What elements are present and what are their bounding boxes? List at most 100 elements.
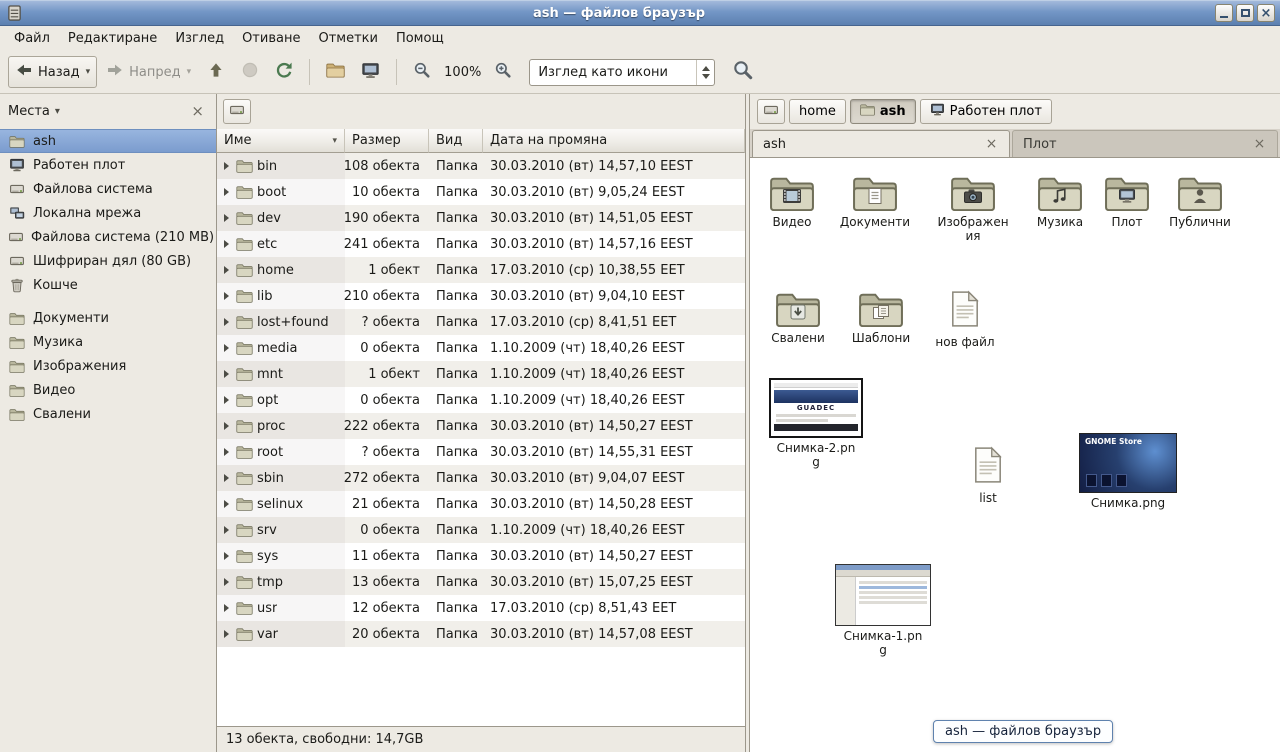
icon-item[interactable]: Свалени: [756, 290, 840, 345]
table-row[interactable]: opt0 обектаПапка1.10.2009 (чт) 18,40,26 …: [217, 387, 745, 413]
back-button[interactable]: Назад ▾: [8, 56, 97, 88]
sidebar-item[interactable]: Свалени: [0, 402, 216, 426]
table-row[interactable]: sys11 обектаПапка30.03.2010 (вт) 14,50,2…: [217, 543, 745, 569]
icon-item[interactable]: GNOME StoreСнимка.png: [1074, 433, 1182, 510]
column-header-name[interactable]: Име▾: [217, 129, 345, 153]
root-crumb-button[interactable]: [223, 99, 251, 124]
icon-item[interactable]: Снимка-1.png: [829, 564, 937, 657]
table-row[interactable]: root? обектаПапка30.03.2010 (вт) 14,55,3…: [217, 439, 745, 465]
table-row[interactable]: tmp13 обектаПапка30.03.2010 (вт) 15,07,2…: [217, 569, 745, 595]
table-row[interactable]: lib210 обектаПапка30.03.2010 (вт) 9,04,1…: [217, 283, 745, 309]
menu-view[interactable]: Изглед: [166, 28, 233, 49]
expander-icon[interactable]: [224, 292, 229, 300]
icon-item[interactable]: list: [946, 446, 1030, 505]
icon-item[interactable]: нов файл: [923, 290, 1007, 349]
table-row[interactable]: srv0 обектаПапка1.10.2009 (чт) 18,40,26 …: [217, 517, 745, 543]
sidebar-item[interactable]: Музика: [0, 330, 216, 354]
expander-icon[interactable]: [224, 422, 229, 430]
column-header-date[interactable]: Дата на промяна: [483, 129, 745, 153]
table-row[interactable]: sbin272 обектаПапка30.03.2010 (вт) 9,04,…: [217, 465, 745, 491]
expander-icon[interactable]: [224, 318, 229, 326]
zoom-in-button[interactable]: [487, 56, 519, 88]
table-row[interactable]: var20 обектаПапка30.03.2010 (вт) 14,57,0…: [217, 621, 745, 647]
sidebar-item[interactable]: Работен плот: [0, 153, 216, 177]
expander-icon[interactable]: [224, 526, 229, 534]
expander-icon[interactable]: [224, 552, 229, 560]
places-close-button[interactable]: ×: [187, 104, 208, 119]
table-row[interactable]: etc241 обектаПапка30.03.2010 (вт) 14,57,…: [217, 231, 745, 257]
table-row[interactable]: selinux21 обектаПапка30.03.2010 (вт) 14,…: [217, 491, 745, 517]
expander-icon[interactable]: [224, 500, 229, 508]
sidebar-item[interactable]: Файлова система: [0, 177, 216, 201]
expander-icon[interactable]: [224, 578, 229, 586]
computer-button[interactable]: [354, 56, 387, 89]
breadcrumb-item[interactable]: Работен плот: [920, 99, 1052, 124]
expander-icon[interactable]: [224, 214, 229, 222]
table-row[interactable]: proc222 обектаПапка30.03.2010 (вт) 14,50…: [217, 413, 745, 439]
zoom-out-button[interactable]: [406, 56, 438, 88]
table-row[interactable]: usr12 обектаПапка17.03.2010 (ср) 8,51,43…: [217, 595, 745, 621]
tab-active[interactable]: ash×: [752, 130, 1010, 157]
table-row[interactable]: bin108 обектаПапка30.03.2010 (вт) 14,57,…: [217, 153, 745, 179]
expander-icon[interactable]: [224, 344, 229, 352]
sidebar-item[interactable]: Шифриран дял (80 GB): [0, 249, 216, 273]
table-row[interactable]: dev190 обектаПапка30.03.2010 (вт) 14,51,…: [217, 205, 745, 231]
sidebar-item[interactable]: Файлова система (210 MB): [0, 225, 216, 249]
expander-icon[interactable]: [224, 630, 229, 638]
icon-item[interactable]: GUADECСнимка-2.png: [762, 378, 870, 469]
column-header-type[interactable]: Вид: [429, 129, 483, 153]
icon-item[interactable]: Плот: [1085, 174, 1169, 229]
places-dropdown-icon[interactable]: ▾: [55, 106, 60, 117]
menu-file[interactable]: Файл: [5, 28, 59, 49]
tab-inactive[interactable]: Плот×: [1012, 130, 1278, 157]
menu-edit[interactable]: Редактиране: [59, 28, 166, 49]
expander-icon[interactable]: [224, 396, 229, 404]
breadcrumb-item[interactable]: ash: [850, 99, 916, 124]
table-row[interactable]: home1 обектПапка17.03.2010 (ср) 10,38,55…: [217, 257, 745, 283]
expander-icon[interactable]: [224, 474, 229, 482]
places-title[interactable]: Места: [8, 104, 50, 119]
maximize-button[interactable]: [1236, 4, 1254, 22]
icon-item[interactable]: Видео: [750, 174, 834, 229]
icon-item[interactable]: Документи: [833, 174, 917, 229]
table-row[interactable]: mnt1 обектПапка1.10.2009 (чт) 18,40,26 E…: [217, 361, 745, 387]
titlebar[interactable]: ash — файлов браузър ×: [0, 0, 1280, 26]
close-button[interactable]: ×: [1257, 4, 1275, 22]
expander-icon[interactable]: [224, 162, 229, 170]
minimize-button[interactable]: [1215, 4, 1233, 22]
breadcrumb-root-button[interactable]: [757, 99, 785, 124]
table-row[interactable]: lost+found? обектаПапка17.03.2010 (ср) 8…: [217, 309, 745, 335]
expander-icon[interactable]: [224, 240, 229, 248]
tab-close-button[interactable]: ×: [1252, 137, 1267, 152]
table-row[interactable]: media0 обектаПапка1.10.2009 (чт) 18,40,2…: [217, 335, 745, 361]
column-header-size[interactable]: Размер: [345, 129, 429, 153]
expander-icon[interactable]: [224, 188, 229, 196]
up-button[interactable]: [200, 56, 232, 88]
sidebar-item[interactable]: Документи: [0, 306, 216, 330]
home-button[interactable]: [319, 57, 352, 87]
sidebar-item[interactable]: Локална мрежа: [0, 201, 216, 225]
expander-icon[interactable]: [224, 370, 229, 378]
view-mode-combo[interactable]: Изглед като икони: [529, 59, 715, 86]
sidebar-item[interactable]: ash: [0, 129, 216, 153]
breadcrumb-item[interactable]: home: [789, 99, 846, 124]
back-dropdown-icon[interactable]: ▾: [86, 67, 91, 77]
sidebar-item[interactable]: Изображения: [0, 354, 216, 378]
expander-icon[interactable]: [224, 266, 229, 274]
icon-item[interactable]: Изображения: [931, 174, 1015, 243]
icon-item[interactable]: Шаблони: [839, 290, 923, 345]
sidebar-item[interactable]: Видео: [0, 378, 216, 402]
reload-button[interactable]: [268, 56, 300, 88]
sidebar-item[interactable]: Кошче: [0, 273, 216, 297]
expander-icon[interactable]: [224, 604, 229, 612]
menu-help[interactable]: Помощ: [387, 28, 453, 49]
menu-go[interactable]: Отиване: [233, 28, 309, 49]
tab-close-button[interactable]: ×: [984, 137, 999, 152]
icon-item[interactable]: Публични: [1158, 174, 1242, 229]
search-button[interactable]: [725, 54, 761, 90]
stop-button[interactable]: [234, 56, 266, 88]
forward-button[interactable]: Напред ▾: [99, 56, 198, 88]
expander-icon[interactable]: [224, 448, 229, 456]
menu-bookmarks[interactable]: Отметки: [309, 28, 386, 49]
table-row[interactable]: boot10 обектаПапка30.03.2010 (вт) 9,05,2…: [217, 179, 745, 205]
